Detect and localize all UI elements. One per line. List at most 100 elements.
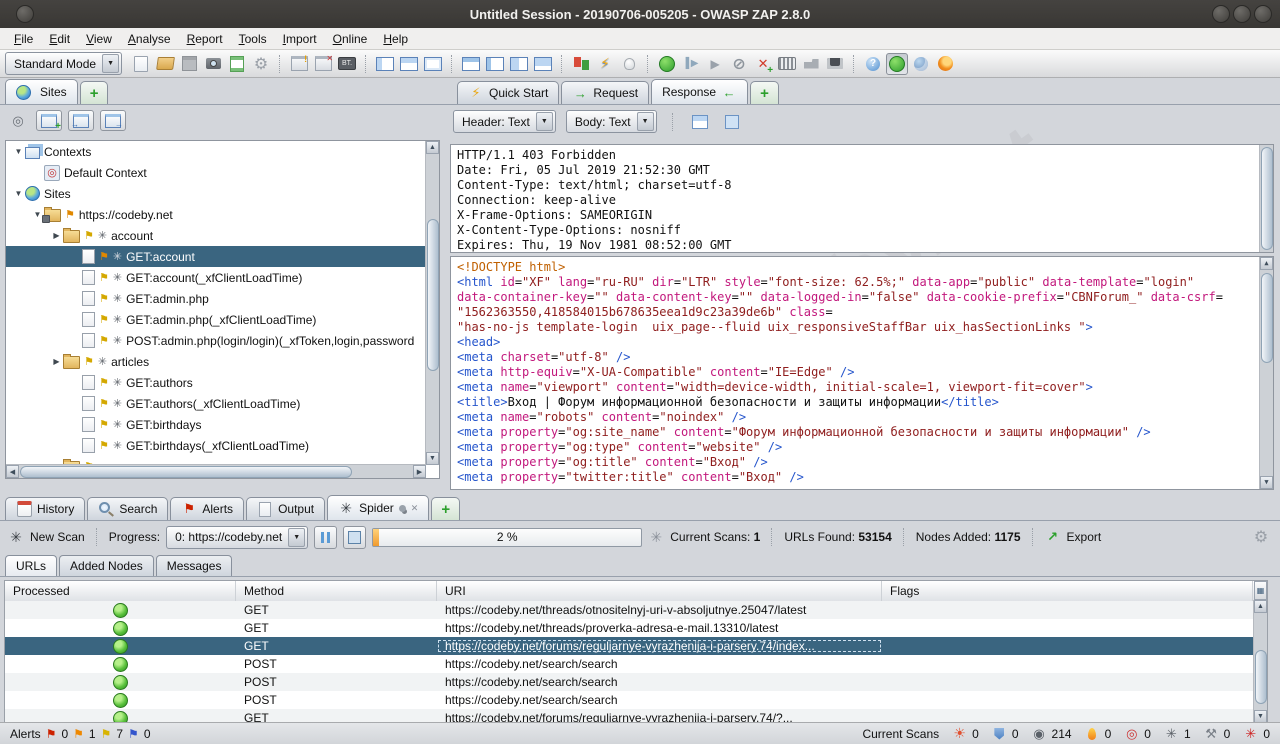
import-context-button[interactable] bbox=[68, 110, 94, 131]
stop-scan-button[interactable] bbox=[343, 526, 366, 549]
alert-flag-blue-icon[interactable]: ⚑ bbox=[128, 727, 139, 741]
export-context-button[interactable] bbox=[100, 110, 126, 131]
tree-node[interactable]: ▶articles bbox=[6, 351, 426, 372]
pin-icon[interactable] bbox=[399, 505, 406, 512]
persist-session-button[interactable] bbox=[178, 53, 200, 75]
tree-node[interactable]: GET:birthdays(_xfClientLoadTime) bbox=[6, 435, 426, 456]
hud-button[interactable] bbox=[618, 53, 640, 75]
show-tabs-bottom-button[interactable] bbox=[532, 53, 554, 75]
session-scope-button[interactable] bbox=[312, 53, 334, 75]
tree-expander[interactable]: ▶ bbox=[50, 357, 63, 366]
record-button[interactable] bbox=[656, 53, 678, 75]
requester-button[interactable] bbox=[800, 53, 822, 75]
add-bottom-tab-button[interactable]: + bbox=[431, 497, 460, 520]
alert-flag-yellow-icon[interactable]: ⚑ bbox=[101, 727, 112, 741]
generate-report-button[interactable] bbox=[226, 53, 248, 75]
tree-expander[interactable]: ▼ bbox=[12, 147, 25, 156]
column-header-method[interactable]: Method bbox=[236, 581, 437, 601]
options-button[interactable] bbox=[250, 53, 272, 75]
tree-node[interactable]: GET:authors(_xfClientLoadTime) bbox=[6, 393, 426, 414]
subtab-messages[interactable]: Messages bbox=[156, 555, 233, 576]
split-view-button[interactable] bbox=[689, 111, 711, 133]
tree-node[interactable]: GET:authors bbox=[6, 372, 426, 393]
table-row[interactable]: GEThttps://codeby.net/threads/otnositeln… bbox=[5, 601, 1254, 619]
add-sites-tab-button[interactable]: + bbox=[80, 81, 109, 104]
pause-scan-button[interactable] bbox=[314, 526, 337, 549]
custom-break-button[interactable] bbox=[776, 53, 798, 75]
drop-request-button[interactable] bbox=[752, 53, 774, 75]
column-header-flags[interactable]: Flags bbox=[882, 581, 1253, 601]
sites-tree-hscrollbar[interactable]: ◀ ▶ bbox=[6, 464, 426, 478]
subtab-urls[interactable]: URLs bbox=[5, 555, 57, 576]
tree-node[interactable]: GET:admin.php(_xfClientLoadTime) bbox=[6, 309, 426, 330]
layout-full-button[interactable] bbox=[422, 53, 444, 75]
new-session-button[interactable] bbox=[130, 53, 152, 75]
continue-button[interactable] bbox=[704, 53, 726, 75]
new-context-button[interactable] bbox=[36, 110, 62, 131]
column-header-uri[interactable]: URI bbox=[437, 581, 882, 601]
show-tabs-split-button[interactable] bbox=[508, 53, 530, 75]
menu-edit[interactable]: Edit bbox=[41, 30, 78, 48]
check-updates-button[interactable] bbox=[594, 53, 616, 75]
layout-left-button[interactable] bbox=[374, 53, 396, 75]
progress-scan-select[interactable]: 0: https://codeby.net ▼ bbox=[166, 526, 308, 549]
sites-tree-vscrollbar[interactable]: ▲ ▼ bbox=[425, 141, 439, 465]
column-header-processed[interactable]: Processed bbox=[5, 581, 236, 601]
minimize-button[interactable] bbox=[1212, 5, 1230, 23]
urls-table-vscrollbar[interactable]: ▲ ▼ bbox=[1253, 600, 1267, 723]
header-view-select[interactable]: Header: Text ▼ bbox=[453, 110, 556, 133]
column-picker-button[interactable]: ▦ bbox=[1254, 581, 1267, 600]
cassette-button[interactable] bbox=[824, 53, 846, 75]
export-button[interactable]: Export bbox=[1067, 530, 1102, 544]
tab-sites[interactable]: Sites bbox=[5, 79, 78, 104]
tree-node[interactable]: ▶account bbox=[6, 225, 426, 246]
open-session-button[interactable] bbox=[154, 53, 176, 75]
spider-options-button[interactable] bbox=[1250, 526, 1272, 548]
response-body-pane[interactable]: <!DOCTYPE html><html id="XF" lang="ru-RU… bbox=[450, 256, 1274, 490]
menu-analyse[interactable]: Analyse bbox=[120, 30, 179, 48]
alert-flag-orange-icon[interactable]: ⚑ bbox=[73, 727, 84, 741]
close-tab-icon[interactable]: ✕ bbox=[411, 503, 419, 514]
tree-node[interactable]: ▼Contexts bbox=[6, 141, 426, 162]
tree-expander[interactable]: ▶ bbox=[50, 231, 63, 240]
open-browser-button[interactable] bbox=[934, 53, 956, 75]
show-tabs-top-button[interactable] bbox=[460, 53, 482, 75]
table-row[interactable]: GEThttps://codeby.net/forums/reguljarnye… bbox=[5, 637, 1254, 655]
response-header-vscrollbar[interactable] bbox=[1259, 145, 1273, 252]
tree-node[interactable]: Default Context bbox=[6, 162, 426, 183]
maximize-button[interactable] bbox=[1233, 5, 1251, 23]
manage-addons-button[interactable] bbox=[570, 53, 592, 75]
table-row[interactable]: POSThttps://codeby.net/search/search bbox=[5, 655, 1254, 673]
table-row[interactable]: POSThttps://codeby.net/search/search bbox=[5, 673, 1254, 691]
help-button[interactable] bbox=[862, 53, 884, 75]
tree-node[interactable]: GET:account(_xfClientLoadTime) bbox=[6, 267, 426, 288]
tab-response[interactable]: Response bbox=[651, 79, 748, 104]
tree-expander[interactable]: ▼ bbox=[12, 189, 25, 198]
menu-import[interactable]: Import bbox=[275, 30, 325, 48]
tree-node[interactable]: ▼Sites bbox=[6, 183, 426, 204]
menu-file[interactable]: File bbox=[6, 30, 41, 48]
new-scan-button[interactable]: New Scan bbox=[30, 530, 85, 544]
menu-help[interactable]: Help bbox=[375, 30, 416, 48]
tree-node[interactable]: ▼https://codeby.net bbox=[6, 204, 426, 225]
mode-select[interactable]: Standard Mode ▼ bbox=[5, 52, 122, 75]
break-off-button[interactable] bbox=[728, 53, 750, 75]
menu-view[interactable]: View bbox=[78, 30, 120, 48]
tab-request[interactable]: Request bbox=[561, 81, 649, 104]
tab-history[interactable]: History bbox=[5, 497, 85, 520]
table-row[interactable]: GEThttps://codeby.net/forums/reguljarnye… bbox=[5, 709, 1254, 723]
table-row[interactable]: GEThttps://codeby.net/threads/proverka-a… bbox=[5, 619, 1254, 637]
body-view-select[interactable]: Body: Text ▼ bbox=[566, 110, 657, 133]
target-scope-button[interactable] bbox=[6, 111, 30, 130]
community-button[interactable] bbox=[910, 53, 932, 75]
tab-output[interactable]: Output bbox=[246, 497, 325, 520]
menu-tools[interactable]: Tools bbox=[231, 30, 275, 48]
tree-node[interactable]: POST:admin.php(login/login)(_xfToken,log… bbox=[6, 330, 426, 351]
combined-view-button[interactable] bbox=[721, 111, 743, 133]
response-header-pane[interactable]: HTTP/1.1 403 ForbiddenDate: Fri, 05 Jul … bbox=[450, 144, 1274, 253]
step-button[interactable] bbox=[680, 53, 702, 75]
menu-online[interactable]: Online bbox=[325, 30, 376, 48]
close-button[interactable] bbox=[1254, 5, 1272, 23]
menu-report[interactable]: Report bbox=[179, 30, 231, 48]
add-work-tab-button[interactable]: + bbox=[750, 81, 779, 104]
